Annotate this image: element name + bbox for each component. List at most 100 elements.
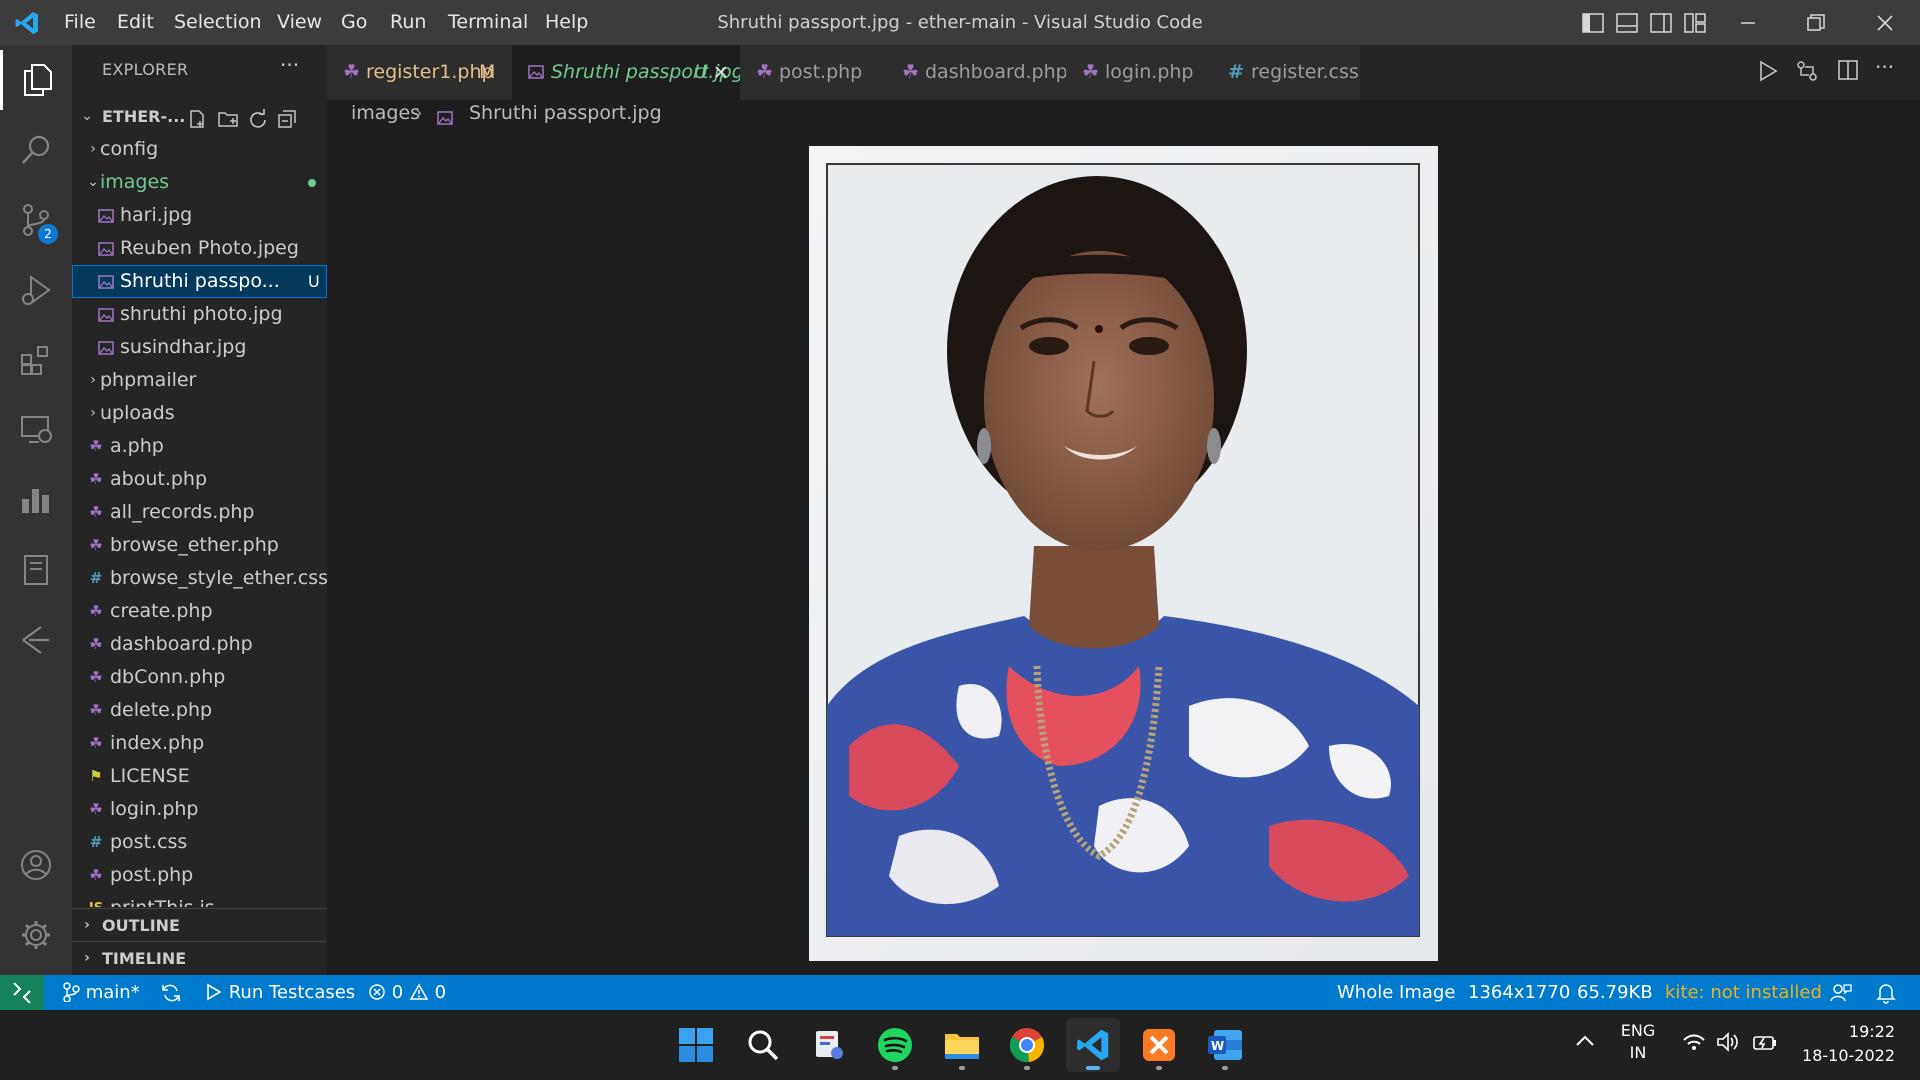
language-indicator[interactable]: ENG IN [1618, 1020, 1658, 1064]
start-windows-icon[interactable] [669, 1018, 723, 1072]
tree-item[interactable]: susindhar.jpg [72, 331, 327, 364]
run-testcases-label: Run Testcases [228, 982, 356, 1003]
branch-status[interactable]: main* [62, 975, 140, 1010]
accounts-icon[interactable] [0, 835, 72, 895]
timeline-section[interactable]: › TIMELINE [72, 941, 327, 975]
tree-item[interactable]: ☘ all_records.php [72, 496, 327, 529]
feedback-icon[interactable] [1830, 975, 1852, 1010]
run-file-icon[interactable] [1757, 59, 1779, 87]
tree-item[interactable]: › config [72, 133, 327, 166]
source-control-icon[interactable]: 2 [0, 190, 72, 250]
menu-selection[interactable]: Selection [174, 0, 262, 45]
tree-item-label: post.css [110, 831, 188, 853]
scm-badge: 2 [38, 224, 58, 244]
tree-item[interactable]: ☘ browse_ether.php [72, 529, 327, 562]
tree-item[interactable]: hari.jpg [72, 199, 327, 232]
zoom-status[interactable]: Whole Image [1337, 975, 1455, 1010]
menu-terminal[interactable]: Terminal [448, 0, 528, 45]
editor-tab[interactable]: ☘ post.php [740, 45, 887, 100]
snipping-tool-icon[interactable] [802, 1018, 856, 1072]
tree-item[interactable]: # post.css [72, 826, 327, 859]
tree-item[interactable]: ⚑ LICENSE [72, 760, 327, 793]
close-tab-icon[interactable] [714, 45, 728, 100]
file-explorer-icon[interactable] [935, 1018, 989, 1072]
kite-status[interactable]: kite: not installed [1665, 975, 1822, 1010]
taskbar-search-icon[interactable] [736, 1018, 790, 1072]
breadcrumb-folder[interactable]: images [351, 102, 420, 124]
volume-icon[interactable] [1716, 1032, 1740, 1056]
remote-explorer-icon[interactable] [0, 400, 72, 460]
tree-item[interactable]: ⌄ images [72, 166, 327, 199]
editor-tab[interactable]: Shruthi passport.jpg U [512, 45, 744, 100]
vscode-taskbar-icon[interactable] [1066, 1018, 1120, 1072]
tree-item[interactable]: ☘ post.php [72, 859, 327, 892]
tree-item-label: Shruthi passpo... [120, 270, 280, 292]
show-hidden-icons-chevron-icon[interactable] [1574, 1030, 1596, 1056]
xampp-icon[interactable] [1132, 1018, 1186, 1072]
image-file-icon [96, 298, 116, 331]
passport-photo[interactable] [809, 146, 1438, 961]
editor-more-actions-icon[interactable]: ··· [1875, 55, 1894, 79]
clock[interactable]: 19:22 18-10-2022 [1795, 1020, 1895, 1068]
minimize-icon[interactable] [1725, 0, 1771, 45]
notifications-bell-icon[interactable] [1876, 975, 1896, 1010]
menu-help[interactable]: Help [545, 0, 588, 45]
tree-item[interactable]: ☘ delete.php [72, 694, 327, 727]
menu-edit[interactable]: Edit [117, 0, 154, 45]
tree-item[interactable]: › phpmailer [72, 364, 327, 397]
remote-indicator-icon[interactable] [0, 975, 44, 1010]
git-status-badge: U [308, 272, 320, 291]
php-file-icon: ☘ [902, 61, 920, 83]
tree-item[interactable]: JS printThis.js [72, 892, 327, 907]
menu-go[interactable]: Go [341, 0, 367, 45]
tree-item[interactable]: ☘ a.php [72, 430, 327, 463]
tree-item[interactable]: # browse_style_ether.css [72, 562, 327, 595]
run-debug-icon[interactable] [0, 260, 72, 320]
tree-item-label: delete.php [110, 699, 213, 721]
customize-layout-icon[interactable] [1672, 0, 1718, 45]
tree-item[interactable]: shruthi photo.jpg [72, 298, 327, 331]
chevron-right-icon: › [90, 405, 96, 421]
explorer-icon[interactable] [0, 50, 72, 110]
tree-item[interactable]: ☘ login.php [72, 793, 327, 826]
tree-item-selected[interactable]: Shruthi passpo... U [72, 265, 327, 298]
word-icon[interactable]: W [1198, 1018, 1252, 1072]
php-file-icon: ☘ [89, 602, 103, 620]
split-editor-icon[interactable] [1837, 59, 1859, 85]
outline-section[interactable]: › OUTLINE [72, 908, 327, 942]
wifi-icon[interactable] [1682, 1032, 1706, 1056]
restore-icon[interactable] [1793, 0, 1839, 45]
tree-item[interactable]: › uploads [72, 397, 327, 430]
tree-item[interactable]: ☘ create.php [72, 595, 327, 628]
spotify-icon[interactable] [868, 1018, 922, 1072]
battery-icon[interactable] [1752, 1032, 1778, 1056]
tree-item[interactable]: ☘ about.php [72, 463, 327, 496]
menu-view[interactable]: View [277, 0, 322, 45]
search-icon[interactable] [0, 120, 72, 180]
language-code: ENG [1620, 1021, 1656, 1040]
run-testcases-button[interactable]: Run Testcases [205, 975, 355, 1010]
close-window-icon[interactable] [1862, 0, 1908, 45]
manage-gear-icon[interactable] [0, 905, 72, 965]
breadcrumb-file[interactable]: Shruthi passport.jpg [469, 102, 662, 124]
php-file-icon: ☘ [89, 701, 103, 719]
tab-label: login.php [1105, 61, 1194, 83]
menu-file[interactable]: File [64, 0, 96, 45]
extensions-icon[interactable] [0, 330, 72, 390]
editor-tab[interactable]: ☘ register1.php M [327, 45, 513, 100]
sync-icon[interactable] [160, 975, 182, 1010]
menu-run[interactable]: Run [390, 0, 426, 45]
tree-item[interactable]: ☘ index.php [72, 727, 327, 760]
tree-item[interactable]: Reuben Photo.jpeg [72, 232, 327, 265]
open-changes-icon[interactable] [1795, 59, 1819, 87]
kite-icon[interactable] [0, 610, 72, 670]
editor-tab[interactable]: ☘ login.php [1066, 45, 1213, 100]
tree-item[interactable]: ☘ dbConn.php [72, 661, 327, 694]
chrome-icon[interactable] [1000, 1018, 1054, 1072]
notebook-icon[interactable] [0, 540, 72, 600]
problems-status[interactable]: 0 0 [368, 975, 446, 1010]
editor-tab[interactable]: ☘ dashboard.php [886, 45, 1068, 100]
tree-item[interactable]: ☘ dashboard.php [72, 628, 327, 661]
charts-icon[interactable] [0, 470, 72, 530]
editor-tab[interactable]: # register.css [1212, 45, 1361, 100]
